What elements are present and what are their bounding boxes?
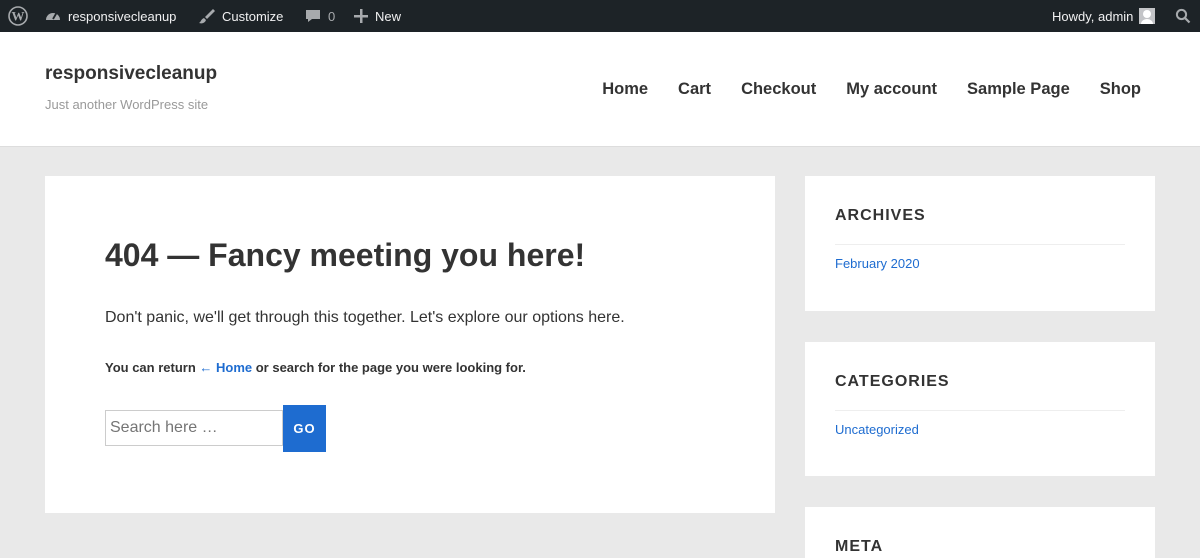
site-name-menu[interactable]: responsivecleanup (44, 0, 176, 32)
page-title: 404 — Fancy meeting you here! (105, 237, 586, 273)
search-icon (1175, 8, 1191, 24)
divider (835, 244, 1125, 245)
return-prefix: You can return (105, 360, 200, 375)
svg-text:W: W (12, 9, 25, 24)
plus-icon (353, 8, 369, 24)
nav-item-cart[interactable]: Cart (678, 80, 711, 99)
archive-link-february-2020[interactable]: February 2020 (835, 256, 920, 271)
new-content-menu[interactable]: New (353, 0, 401, 32)
customize-label: Customize (222, 8, 284, 24)
site-tagline: Just another WordPress site (45, 97, 209, 112)
admin-search-button[interactable] (1175, 0, 1191, 32)
categories-title: CATEGORIES (835, 373, 950, 390)
search-input[interactable] (105, 410, 283, 446)
archives-widget: ARCHIVES February 2020 (805, 176, 1155, 311)
comments-link[interactable]: 0 (304, 0, 335, 32)
nav-item-home[interactable]: Home (602, 80, 648, 99)
wordpress-logo-button[interactable]: W (8, 0, 28, 32)
customize-link[interactable]: Customize (198, 0, 283, 32)
divider (835, 410, 1125, 411)
comments-count: 0 (328, 8, 336, 24)
meta-widget: META (805, 507, 1155, 558)
greeting-label: Howdy, admin (1052, 8, 1134, 24)
primary-nav: Home Cart Checkout My account Sample Pag… (602, 80, 1141, 99)
categories-widget: CATEGORIES Uncategorized (805, 342, 1155, 476)
category-link-uncategorized[interactable]: Uncategorized (835, 422, 919, 437)
return-text: You can return ← Home or search for the … (105, 360, 526, 375)
home-link[interactable]: ← Home (199, 360, 252, 375)
wordpress-icon: W (8, 6, 28, 26)
site-title[interactable]: responsivecleanup (45, 63, 217, 85)
search-go-button[interactable]: GO (283, 405, 326, 452)
avatar (1139, 8, 1156, 24)
account-menu[interactable]: Howdy, admin (1052, 0, 1156, 32)
new-label: New (375, 8, 402, 24)
site-name-label: responsivecleanup (68, 8, 177, 24)
dashboard-icon (44, 7, 62, 25)
nav-item-checkout[interactable]: Checkout (741, 80, 816, 99)
archives-title: ARCHIVES (835, 207, 926, 224)
return-suffix: or search for the page you were looking … (252, 360, 526, 375)
brush-icon (198, 7, 216, 25)
site-header: responsivecleanup Just another WordPress… (0, 32, 1200, 147)
error-intro-text: Don't panic, we'll get through this toge… (105, 309, 625, 326)
nav-item-my-account[interactable]: My account (846, 80, 937, 99)
nav-item-shop[interactable]: Shop (1100, 80, 1141, 99)
admin-bar: W responsivecleanup Customize 0 New Howd… (0, 0, 1200, 32)
meta-title: META (835, 538, 884, 555)
comment-icon (304, 7, 322, 25)
nav-item-sample-page[interactable]: Sample Page (967, 80, 1070, 99)
error-404-panel: 404 — Fancy meeting you here! Don't pani… (45, 176, 775, 513)
